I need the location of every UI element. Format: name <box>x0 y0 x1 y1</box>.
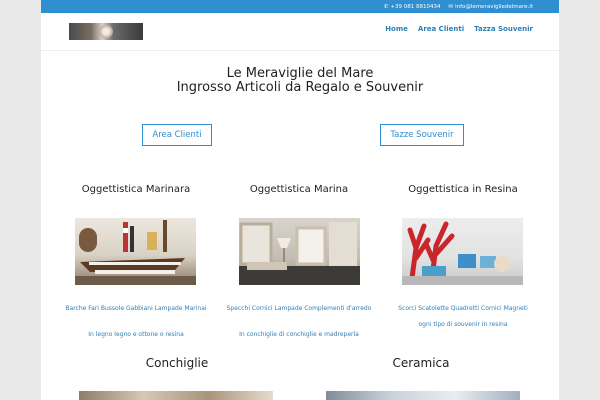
site-logo[interactable] <box>69 23 143 40</box>
nav-tazza-souvenir[interactable]: Tazza Souvenir <box>474 25 533 33</box>
hero-title: Le Meraviglie del Mare <box>226 66 374 81</box>
section-title-ceramica: Ceramica <box>392 356 450 370</box>
photo-oggettistica-resina[interactable] <box>402 218 523 285</box>
column-title-resina: Oggettistica in Resina <box>408 184 518 195</box>
caption-marina-items[interactable]: Specchi Cornici Lampade Complementi d'ar… <box>219 304 379 314</box>
mail-icon: ✉ <box>448 3 454 10</box>
page: ✆ +39 081 8810434 ✉ info@lemeravigliedel… <box>41 0 559 400</box>
email-address: info@lemeravigliedelmare.it <box>455 3 533 10</box>
phone-contact[interactable]: ✆ +39 081 8810434 <box>384 4 441 10</box>
caption-marinara-materials[interactable]: In legno legno e ottone o resina <box>56 330 216 340</box>
photo-oggettistica-marina[interactable] <box>239 218 360 285</box>
hero-subtitle: Ingrosso Articoli da Regalo e Souvenir <box>176 80 424 95</box>
phone-number: +39 081 8810434 <box>390 3 441 10</box>
caption-marinara-items[interactable]: Barche Fari Bussole Gabbiani Lampade Mar… <box>56 304 216 314</box>
caption-marina-materials[interactable]: In conchiglie di conchiglie e madreperla <box>219 330 379 340</box>
nav-area-clienti[interactable]: Area Clienti <box>418 25 464 33</box>
nav-home[interactable]: Home <box>385 25 408 33</box>
shell-icon <box>99 25 113 38</box>
area-clienti-button[interactable]: Area Clienti <box>142 124 212 146</box>
main-nav: Home Area Clienti Tazza Souvenir <box>385 25 533 33</box>
email-contact[interactable]: ✉ info@lemeravigliedelmare.it <box>448 4 533 10</box>
browser-viewport: ✆ +39 081 8810434 ✉ info@lemeravigliedel… <box>0 0 600 400</box>
photo-ceramica[interactable] <box>326 391 520 400</box>
site-header: Home Area Clienti Tazza Souvenir <box>41 13 559 51</box>
photo-oggettistica-marinara[interactable] <box>75 218 196 285</box>
caption-resina-items[interactable]: Scorci Scatolette Quadretti Cornici Magn… <box>383 304 543 314</box>
photo-conchiglie[interactable] <box>79 391 273 400</box>
phone-icon: ✆ <box>383 3 389 10</box>
column-title-marina: Oggettistica Marina <box>249 184 349 195</box>
column-title-marinara: Oggettistica Marinara <box>81 184 191 195</box>
marinara-photo-svg <box>75 220 196 285</box>
caption-resina-materials[interactable]: ogni tipo di souvenir in resina <box>383 320 543 330</box>
section-title-conchiglie: Conchiglie <box>145 356 209 370</box>
tazze-souvenir-button[interactable]: Tazze Souvenir <box>380 124 464 146</box>
marina-photo-svg <box>239 222 360 285</box>
resina-photo-svg <box>402 221 523 285</box>
top-bar: ✆ +39 081 8810434 ✉ info@lemeravigliedel… <box>41 0 559 13</box>
